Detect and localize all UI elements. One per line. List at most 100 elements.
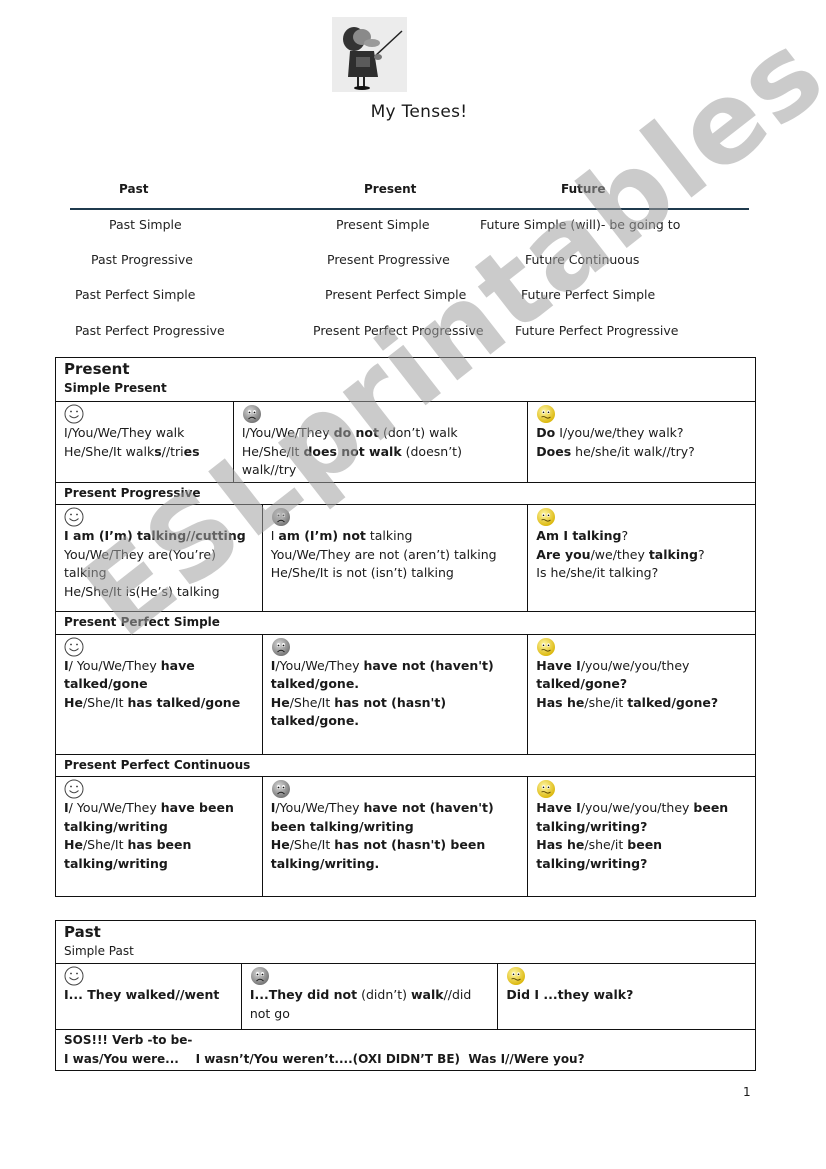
- overview-cell: Future Simple (will)- be going to: [480, 217, 681, 232]
- subsection-title: Present Perfect Continuous: [64, 757, 251, 772]
- text-line: He/She/It has not (hasn't) been talking/…: [271, 836, 520, 873]
- text-run: He: [64, 694, 83, 710]
- text-line: He/She/It is(He’s) talking: [64, 583, 254, 602]
- text-run: I/You/We/They: [241, 425, 334, 440]
- text-run: /She/It: [289, 694, 335, 710]
- text-line: I/You/We/They walk: [64, 424, 225, 443]
- text-line: I am (I’m) talking//cutting: [64, 527, 254, 546]
- text-line: He/She/It has been talking/writing: [64, 836, 254, 873]
- text-run: /she/it: [584, 694, 628, 710]
- subsection-title: Simple Present: [64, 381, 167, 395]
- confused-face-icon: [506, 966, 747, 986]
- affirmative-cell: I/ You/We/They have been talking/writing…: [55, 776, 263, 897]
- affirmative-cell: I am (I’m) talking//cutting You/We/They a…: [55, 504, 263, 612]
- smiley-face-icon: [64, 404, 225, 424]
- negative-cell: I...They did not (didn’t) walk//did not …: [240, 963, 499, 1030]
- overview-header-present: Present: [364, 182, 417, 196]
- text-run: /She/It: [82, 694, 128, 710]
- affirmative-cell: I/You/We/They walk He/She/It walks//tries: [55, 401, 234, 483]
- text-run: Do: [536, 425, 556, 440]
- subsection-header: Present Perfect Continuous: [55, 753, 756, 777]
- text-run: Are you: [536, 546, 591, 562]
- text-line: I/You/We/They have not (haven't) been ta…: [271, 799, 520, 836]
- text-run: ?: [697, 546, 705, 562]
- text-run: /you/we/you/they: [580, 657, 690, 673]
- affirmative-text: I/You/We/They walk He/She/It walks//tries: [64, 424, 225, 461]
- overview-cell: Past Perfect Progressive: [75, 323, 225, 338]
- text-run: You/We/They are not (aren’t) talking: [270, 546, 497, 562]
- text-run: /You/We/They: [275, 800, 364, 815]
- text-line: Does he/she/it walk//try?: [536, 443, 747, 462]
- sos-note-cell: SOS!!! Verb -to be- I was/You were... I …: [55, 1029, 756, 1071]
- text-run: /we/they: [590, 546, 649, 562]
- text-line: I/ You/We/They have been talking/writing: [64, 799, 254, 836]
- question-cell: Do I/you/we/they walk? Does he/she/it wal…: [527, 401, 756, 483]
- text-line: He/She/It is not (isn’t) talking: [271, 564, 520, 583]
- teacher-image: [332, 17, 407, 92]
- text-run: walk: [410, 987, 444, 1002]
- subsection-title: Present Perfect Simple: [64, 615, 220, 629]
- text-line: I...They did not (didn’t) walk//did not …: [250, 986, 490, 1023]
- text-line: Has he/she/it talked/gone?: [536, 694, 747, 713]
- text-run: has talked/gone: [127, 694, 241, 710]
- overview-cell: Future Perfect Simple: [521, 287, 656, 302]
- text-run: Have I: [536, 800, 581, 815]
- past-tense-table: Past Simple Past I... They walked//went …: [55, 920, 756, 1071]
- text-line: Has he/she/it been talking/writing?: [536, 836, 747, 873]
- confused-face-icon: [536, 507, 747, 527]
- text-line: He/She/It has not (hasn't) talked/gone.: [271, 694, 520, 731]
- affirmative-text: I... They walked//went: [64, 986, 233, 1005]
- overview-cell: Future Perfect Progressive: [515, 323, 679, 338]
- negative-cell: I/You/We/They have not (haven't) talked/…: [261, 633, 529, 755]
- question-cell: Am I talking? Are you/we/they talking? Is …: [527, 504, 756, 612]
- smiley-face-icon: [64, 779, 254, 799]
- sad-face-icon: [271, 637, 520, 657]
- text-line: I/You/We/They do not (don’t) walk: [242, 424, 519, 443]
- worksheet-page: My Tenses! Past Present Future Past Simp…: [0, 0, 826, 1169]
- overview-cell: Past Simple: [109, 217, 182, 232]
- sad-face-icon: [271, 507, 520, 527]
- negative-text: I/You/We/They do not (don’t) walk He/She/…: [242, 424, 519, 480]
- text-run: am (I’m) not: [278, 528, 366, 543]
- text-run: He: [270, 694, 290, 710]
- text-run: (didn’t): [357, 987, 411, 1002]
- overview-header-past: Past: [119, 182, 149, 196]
- text-line: Do I/you/we/they walk?: [536, 424, 747, 443]
- text-run: Has he: [536, 837, 585, 852]
- confused-face-icon: [536, 404, 747, 424]
- subsection-header: Present Progressive: [55, 481, 756, 505]
- subsection-title: Present Progressive: [64, 485, 201, 500]
- text-run: talked/gone?: [627, 694, 719, 710]
- text-line: I/You/We/They have not (haven't) talked/…: [271, 657, 520, 694]
- overview-cell: Present Simple: [336, 217, 430, 232]
- text-line: He/She/It walks//tries: [64, 443, 225, 462]
- question-text: Have I/you/we/you/they talked/gone? Has h…: [536, 657, 747, 713]
- text-run: I/you/we/they walk?: [555, 425, 684, 440]
- confused-face-icon: [536, 637, 747, 657]
- page-number: 1: [743, 1085, 751, 1099]
- text-run: He/She/It is not (isn’t) talking: [270, 565, 454, 580]
- text-run: He: [270, 837, 290, 852]
- text-line: He/She/It does not walk (doesn’t) walk//…: [242, 443, 519, 480]
- text-run: /She/It: [289, 837, 335, 852]
- negative-text: I...They did not (didn’t) walk//did not …: [250, 986, 490, 1023]
- overview-cell: Present Perfect Progressive: [313, 323, 484, 338]
- present-tense-table: Present Simple Present I/You/We/They wal…: [55, 357, 756, 897]
- smiley-face-icon: [64, 507, 254, 527]
- overview-header-future: Future: [561, 182, 606, 196]
- page-title: My Tenses!: [370, 102, 468, 122]
- subsection-title: Simple Past: [64, 944, 134, 958]
- text-run: talking: [648, 546, 698, 562]
- text-line: You/We/They are not (aren’t) talking: [271, 546, 520, 565]
- question-cell: Have I/you/we/you/they talked/gone? Has h…: [527, 633, 756, 755]
- affirmative-text: I/ You/We/They have been talking/writing…: [64, 799, 254, 873]
- section-title: Past: [64, 923, 101, 941]
- negative-text: I/You/We/They have not (haven't) been ta…: [271, 799, 520, 873]
- text-line: I am (I’m) not talking: [271, 527, 520, 546]
- text-run: / You/We/They: [68, 657, 161, 673]
- text-run: talked/gone?: [536, 676, 628, 691]
- text-run: //tri: [161, 443, 184, 459]
- text-run: Am I talking: [536, 528, 622, 543]
- affirmative-cell: I/ You/We/They have talked/gone He/She/It…: [55, 633, 263, 755]
- overview-cell: Present Perfect Simple: [325, 287, 467, 302]
